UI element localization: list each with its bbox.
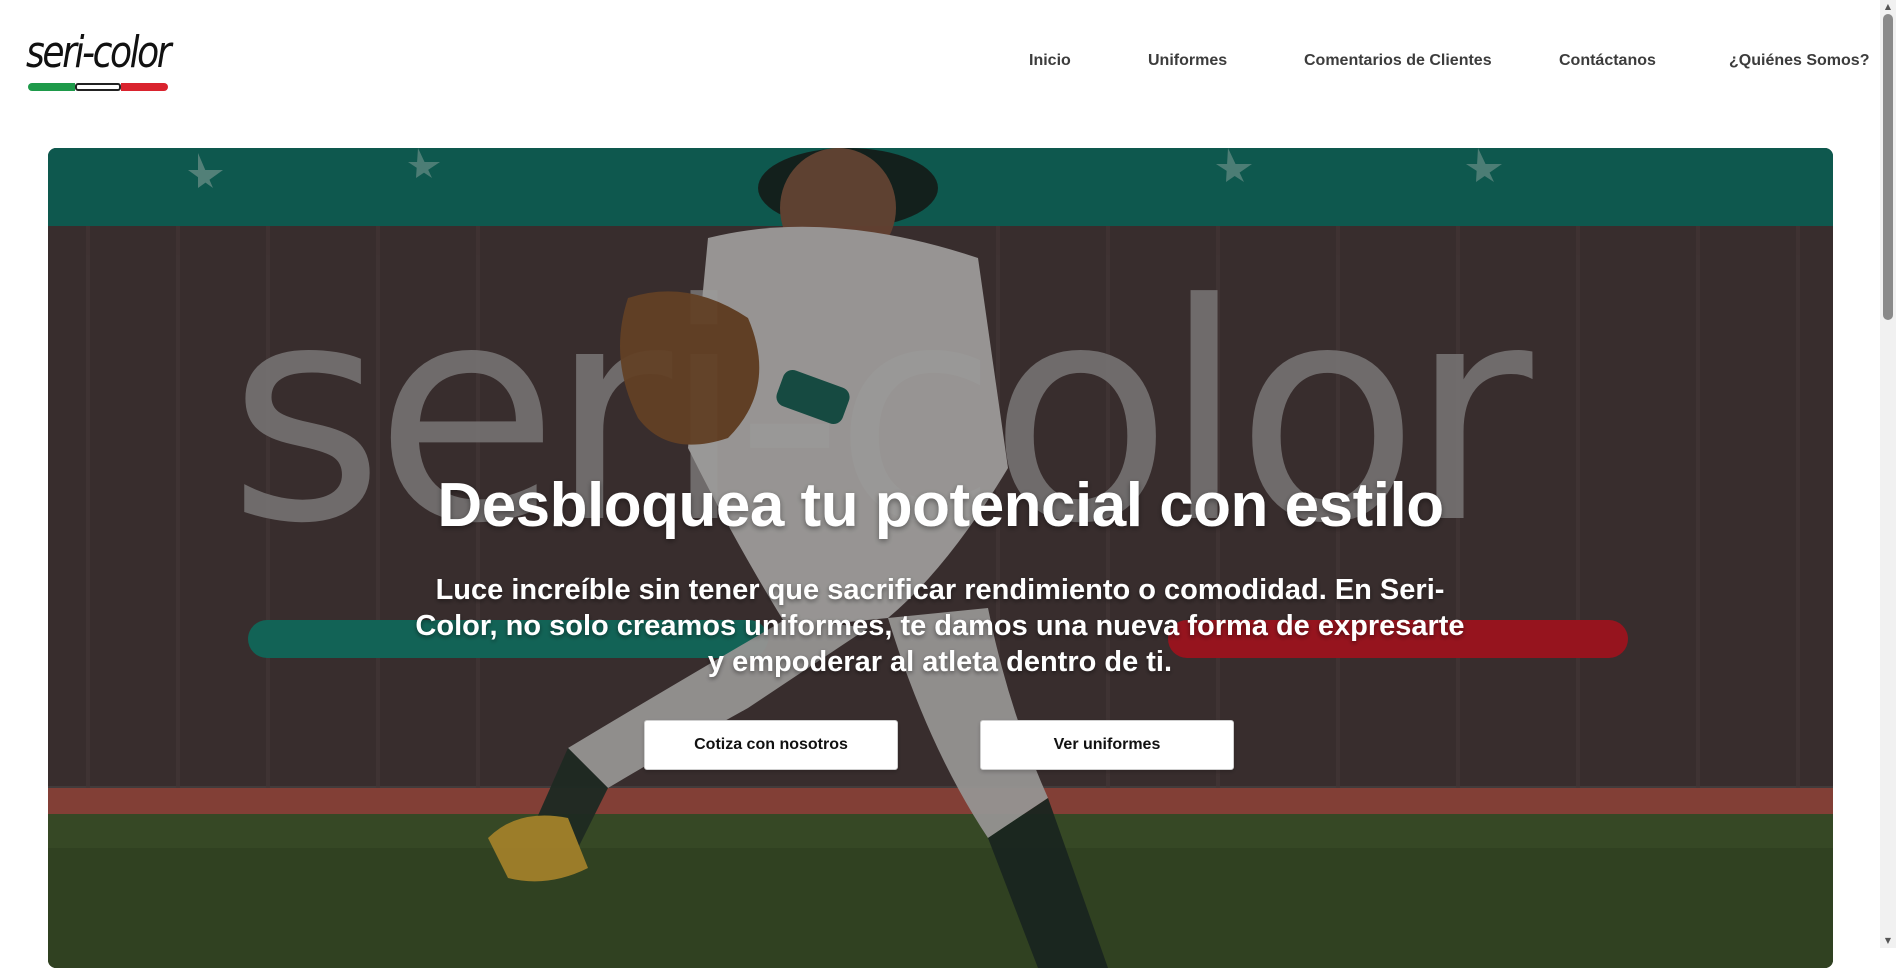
page-scrollbar[interactable]: ▲ ▼ — [1880, 0, 1896, 948]
scroll-down-arrow-icon[interactable]: ▼ — [1880, 934, 1896, 948]
hero-banner: seri-color Desbloquea tu potencial con e… — [48, 148, 1833, 968]
nav-quienes-somos[interactable]: ¿Quiénes Somos? — [1729, 52, 1869, 70]
seri-color-logo[interactable]: seri-color — [26, 27, 174, 95]
quote-button[interactable]: Cotiza con nosotros — [644, 720, 898, 770]
nav-comentarios[interactable]: Comentarios de Clientes — [1304, 52, 1492, 70]
site-header: seri-color Inicio Uniformes Comentarios … — [0, 0, 1880, 130]
nav-uniformes[interactable]: Uniformes — [1148, 52, 1227, 70]
hero-title: Desbloquea tu potencial con estilo — [437, 471, 1444, 540]
scrollbar-thumb[interactable] — [1883, 14, 1893, 320]
scroll-up-arrow-icon[interactable]: ▲ — [1880, 0, 1896, 14]
hero-subtitle: Luce increíble sin tener que sacrificar … — [415, 574, 1465, 678]
hero-overlay — [48, 148, 1833, 968]
logo-flag-bar — [28, 83, 168, 91]
view-uniforms-button[interactable]: Ver uniformes — [980, 720, 1234, 770]
nav-inicio[interactable]: Inicio — [1029, 52, 1071, 70]
nav-contactanos[interactable]: Contáctanos — [1559, 52, 1656, 70]
logo-wordmark: seri-color — [26, 27, 172, 78]
